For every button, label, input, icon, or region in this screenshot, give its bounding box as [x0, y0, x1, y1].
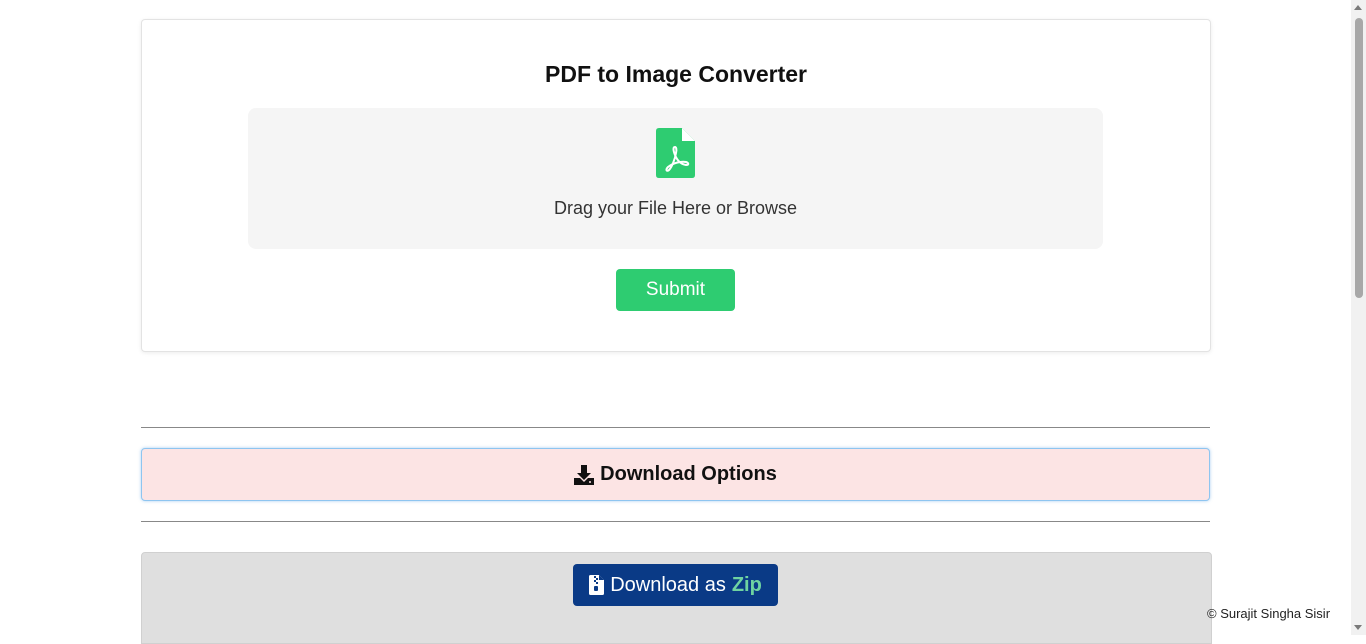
scroll-up-icon[interactable] — [1354, 5, 1362, 10]
converter-card: PDF to Image Converter Drag your File He… — [141, 19, 1211, 352]
divider — [141, 521, 1210, 522]
divider — [141, 427, 1210, 428]
download-zip-button[interactable]: Download as Zip — [573, 564, 778, 606]
download-options-header[interactable]: Download Options — [141, 448, 1210, 501]
submit-button[interactable]: Submit — [616, 269, 735, 311]
file-dropzone[interactable]: Drag your File Here or Browse — [248, 108, 1103, 249]
copyright-footer: © Surajit Singha Sisir — [1207, 606, 1331, 621]
page-title: PDF to Image Converter — [545, 61, 807, 87]
download-icon — [574, 464, 595, 485]
download-zip-label: Download as — [610, 573, 726, 596]
download-zip-section: Download as Zip — [141, 552, 1212, 644]
scrollbar-thumb[interactable] — [1355, 18, 1363, 298]
download-zip-accent: Zip — [731, 573, 762, 596]
scroll-down-icon[interactable] — [1354, 625, 1362, 630]
dropzone-text[interactable]: Drag your File Here or Browse — [248, 198, 1103, 219]
zip-file-icon — [589, 575, 605, 595]
pdf-file-icon — [656, 128, 695, 178]
download-options-label: Download Options — [600, 463, 777, 485]
page-scrollbar[interactable] — [1351, 0, 1366, 635]
